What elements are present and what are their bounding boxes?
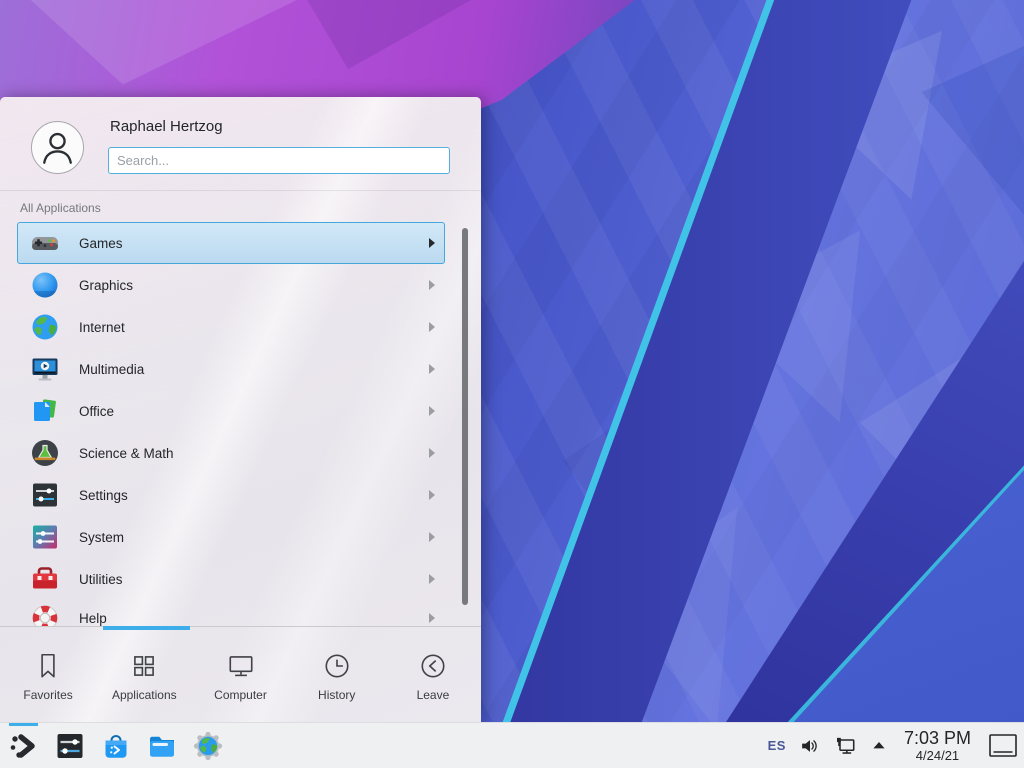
search-input[interactable]	[108, 147, 450, 174]
category-label: System	[79, 530, 429, 545]
category-label: Help	[79, 611, 429, 626]
lifebuoy-icon	[29, 602, 61, 626]
globe-icon	[29, 311, 61, 343]
tab-history[interactable]: History	[289, 627, 385, 723]
taskbar-app-icons	[8, 723, 224, 768]
volume-icon[interactable]	[799, 735, 821, 757]
category-row-settings[interactable]: Settings	[17, 474, 445, 516]
tab-favorites[interactable]: Favorites	[0, 627, 96, 723]
show-desktop-button[interactable]	[988, 733, 1018, 758]
category-label: Internet	[79, 320, 429, 335]
gamepad-icon	[29, 227, 61, 259]
leave-icon	[418, 651, 448, 681]
category-row-help[interactable]: Help	[17, 600, 445, 626]
folder-icon	[146, 730, 178, 762]
bookmark-icon	[33, 651, 63, 681]
launcher-header: Raphael Hertzog	[0, 97, 481, 191]
list-scrollbar[interactable]	[462, 228, 468, 605]
submenu-arrow-icon	[429, 448, 435, 458]
category-row-system[interactable]: System	[17, 516, 445, 558]
taskbar: ES	[0, 722, 1024, 768]
show-desktop-icon	[988, 733, 1018, 758]
category-label: Science & Math	[79, 446, 429, 461]
active-task-indicator	[9, 723, 38, 726]
app-launcher-button[interactable]	[8, 730, 40, 762]
submenu-arrow-icon	[429, 613, 435, 623]
category-label: Games	[79, 236, 429, 251]
documents-icon	[29, 395, 61, 427]
grid-icon	[129, 651, 159, 681]
clock-time: 7:03 PM	[904, 729, 971, 747]
clock-date: 4/24/21	[916, 749, 959, 762]
category-row-science-math[interactable]: Science & Math	[17, 432, 445, 474]
toolbox-icon	[29, 563, 61, 595]
submenu-arrow-icon	[429, 280, 435, 290]
network-icon[interactable]	[834, 734, 858, 758]
submenu-arrow-icon	[429, 490, 435, 500]
category-row-games[interactable]: Games	[17, 222, 445, 264]
launcher-tabbar: Favorites Applications C	[0, 626, 481, 723]
submenu-arrow-icon	[429, 364, 435, 374]
tab-leave[interactable]: Leave	[385, 627, 481, 723]
system-settings-icon	[54, 730, 86, 762]
sphere-icon	[29, 269, 61, 301]
application-launcher-menu: Raphael Hertzog All Applications	[0, 97, 481, 722]
user-icon	[32, 122, 83, 173]
discover-icon	[100, 730, 132, 762]
system-settings-button[interactable]	[54, 730, 86, 762]
clock-icon	[322, 651, 352, 681]
web-browser-button[interactable]	[192, 730, 224, 762]
desktop: Raphael Hertzog All Applications	[0, 0, 1024, 768]
submenu-arrow-icon	[429, 532, 435, 542]
category-label: Graphics	[79, 278, 429, 293]
category-row-office[interactable]: Office	[17, 390, 445, 432]
category-row-multimedia[interactable]: Multimedia	[17, 348, 445, 390]
expand-tray-icon[interactable]	[871, 738, 887, 754]
system-sliders-icon	[29, 521, 61, 553]
category-list: Games Graphics	[0, 222, 481, 626]
clock[interactable]: 7:03 PM 4/24/21	[904, 729, 971, 762]
user-avatar[interactable]	[31, 121, 84, 174]
active-tab-indicator	[103, 626, 190, 630]
category-label: Multimedia	[79, 362, 429, 377]
browser-globe-icon	[192, 730, 224, 762]
submenu-arrow-icon	[429, 574, 435, 584]
kde-launcher-icon	[8, 730, 40, 762]
file-manager-button[interactable]	[146, 730, 178, 762]
system-tray: ES	[768, 723, 1020, 768]
submenu-arrow-icon	[429, 238, 435, 248]
category-label: Settings	[79, 488, 429, 503]
category-row-utilities[interactable]: Utilities	[17, 558, 445, 600]
category-label: Office	[79, 404, 429, 419]
flask-icon	[29, 437, 61, 469]
category-label: Utilities	[79, 572, 429, 587]
keyboard-layout-indicator[interactable]: ES	[768, 738, 786, 753]
submenu-arrow-icon	[429, 322, 435, 332]
user-name: Raphael Hertzog	[110, 118, 223, 135]
category-row-graphics[interactable]: Graphics	[17, 264, 445, 306]
tab-computer[interactable]: Computer	[192, 627, 288, 723]
category-row-internet[interactable]: Internet	[17, 306, 445, 348]
monitor-play-icon	[29, 353, 61, 385]
computer-icon	[226, 651, 256, 681]
sliders-icon	[29, 479, 61, 511]
discover-button[interactable]	[100, 730, 132, 762]
submenu-arrow-icon	[429, 406, 435, 416]
tab-applications[interactable]: Applications	[96, 627, 192, 723]
section-label: All Applications	[20, 201, 101, 215]
